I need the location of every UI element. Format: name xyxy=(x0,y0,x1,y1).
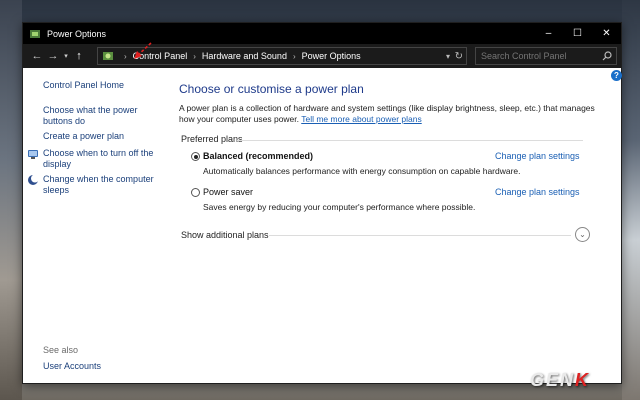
breadcrumb-separator-icon: › xyxy=(124,51,127,61)
search-box[interactable] xyxy=(475,47,617,65)
power-options-icon xyxy=(30,29,40,38)
annotation-arrow-icon xyxy=(134,42,152,59)
maximize-button[interactable]: ☐ xyxy=(563,23,592,44)
control-panel-home-link[interactable]: Control Panel Home xyxy=(43,80,124,91)
page-title: Choose or customise a power plan xyxy=(179,82,364,96)
expand-chevron-icon[interactable]: ⌄ xyxy=(575,227,590,242)
balanced-radio[interactable] xyxy=(191,152,200,161)
search-input[interactable] xyxy=(481,51,599,61)
sidebar-item-create-plan[interactable]: Create a power plan xyxy=(43,131,124,142)
power-plans-help-link[interactable]: Tell me more about power plans xyxy=(301,114,421,124)
additional-plans-divider xyxy=(269,235,571,236)
back-arrow-icon[interactable]: ← xyxy=(29,50,45,62)
power-saver-change-settings-link[interactable]: Change plan settings xyxy=(495,187,580,197)
show-additional-plans-label[interactable]: Show additional plans xyxy=(181,230,269,240)
sidebar: Control Panel Home Choose what the power… xyxy=(23,68,163,383)
content-area: Control Panel Home Choose what the power… xyxy=(23,42,622,383)
power-saver-plan-name[interactable]: Power saver xyxy=(203,187,253,197)
sidebar-item-turn-off-display[interactable]: Choose when to turn off the display xyxy=(43,148,157,170)
title-bar[interactable]: Power Options – ☐ ✕ xyxy=(23,23,621,44)
up-arrow-icon[interactable]: ↑ xyxy=(71,50,87,62)
window-title: Power Options xyxy=(47,28,107,39)
preferred-plans-label: Preferred plans xyxy=(181,134,243,144)
power-options-window: Power Options – ☐ ✕ ← → ▾ ↑ › Control Pa… xyxy=(22,22,622,384)
breadcrumb-power-options[interactable]: Power Options xyxy=(302,51,361,61)
page-description: A power plan is a collection of hardware… xyxy=(179,103,597,125)
user-accounts-link[interactable]: User Accounts xyxy=(43,361,101,372)
balanced-plan-description: Automatically balances performance with … xyxy=(203,166,521,176)
breadcrumb-separator-icon: › xyxy=(193,51,196,61)
close-button[interactable]: ✕ xyxy=(592,23,621,44)
forward-arrow-icon[interactable]: → xyxy=(45,50,61,62)
desktop-background-left xyxy=(0,0,22,400)
address-bar: ← → ▾ ↑ › Control Panel › Hardware and S… xyxy=(23,44,621,68)
sidebar-item-power-buttons[interactable]: Choose what the power buttons do xyxy=(43,105,143,127)
breadcrumb-separator-icon: › xyxy=(292,51,296,61)
display-icon xyxy=(28,150,38,159)
see-also-heading: See also xyxy=(43,345,79,355)
search-icon[interactable] xyxy=(602,51,612,61)
address-dropdown-icon[interactable]: ▾ xyxy=(446,52,450,61)
recent-locations-chevron-icon[interactable]: ▾ xyxy=(61,52,71,60)
desktop-background-right xyxy=(622,0,640,400)
power-saver-radio[interactable] xyxy=(191,188,200,197)
minimize-button[interactable]: – xyxy=(534,23,563,44)
sleep-moon-icon xyxy=(28,174,39,185)
control-panel-icon xyxy=(103,52,113,60)
main-panel: Choose or customise a power plan A power… xyxy=(179,68,619,383)
balanced-change-settings-link[interactable]: Change plan settings xyxy=(495,151,580,161)
refresh-icon[interactable]: ↻ xyxy=(455,51,463,62)
help-icon[interactable]: ? xyxy=(611,70,622,81)
balanced-plan-name[interactable]: Balanced (recommended) xyxy=(203,151,313,161)
genk-watermark-logo: GENK xyxy=(530,370,591,390)
power-saver-plan-description: Saves energy by reducing your computer's… xyxy=(203,202,476,212)
breadcrumb-hardware-sound[interactable]: Hardware and Sound xyxy=(202,51,287,61)
preferred-plans-divider xyxy=(237,140,583,141)
sidebar-item-computer-sleeps[interactable]: Change when the computer sleeps xyxy=(43,174,157,196)
